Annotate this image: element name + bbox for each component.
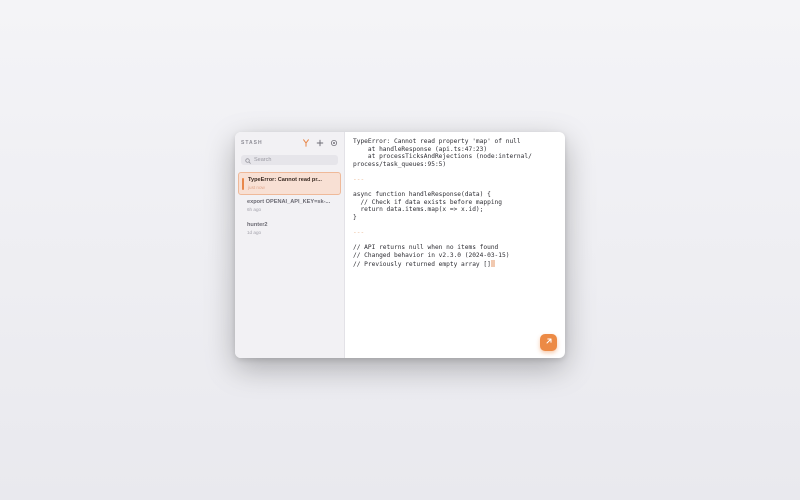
snippet-list: TypeError: Cannot read pr... just now ex… [235,172,344,241]
separator-line: --- [353,175,365,183]
editor-line: // API returns null when no items found [353,244,499,252]
editor-line: at handleResponse (api.ts:47:23) [353,145,488,153]
item-title: export OPENAI_API_KEY=sk-... [247,199,331,205]
editor-line: // Previously returned empty array [] [353,259,557,268]
editor-line: async function handleResponse(data) { [353,191,491,199]
stash-window: STASH TypeError: Cannot read pr... just … [235,132,565,358]
editor-line: TypeError: Cannot read property 'map' of… [353,138,521,145]
editor[interactable]: TypeError: Cannot read property 'map' of… [345,132,565,358]
item-time: 6h ago [247,207,262,212]
separator-line: --- [353,229,365,237]
open-external-button[interactable] [540,334,557,351]
gear-icon[interactable] [329,139,338,148]
editor-line-text: // Previously returned empty array [] [353,260,491,268]
search-box[interactable] [241,155,338,165]
arrow-up-right-icon [545,337,553,348]
active-indicator [242,178,244,190]
add-icon[interactable] [315,139,324,148]
editor-line: at processTicksAndRejections (node:inter… [353,153,532,161]
editor-line: // Check if data exists before mapping [353,198,503,206]
list-item[interactable]: TypeError: Cannot read pr... just now [238,172,341,195]
app-name: STASH [241,140,263,146]
sidebar-header: STASH [235,134,344,152]
list-item[interactable]: export OPENAI_API_KEY=sk-... 6h ago [238,195,341,218]
item-time: 1d ago [247,230,262,235]
item-title: hunter2 [247,222,268,228]
item-time: just now [248,185,265,190]
editor-line: // Changed behavior in v2.3.0 (2024-03-1… [353,251,510,259]
item-title: TypeError: Cannot read pr... [248,177,322,183]
text-cursor [490,259,495,267]
merge-icon[interactable] [301,139,310,148]
editor-line: process/task_queues:95:5) [353,160,447,168]
editor-line: return data.items.map(x => x.id); [353,206,484,214]
editor-line: } [353,213,357,221]
search-input[interactable] [254,157,334,163]
list-item[interactable]: hunter2 1d ago [238,218,341,241]
sidebar: STASH TypeError: Cannot read pr... just … [235,132,345,358]
search-icon [245,151,251,169]
